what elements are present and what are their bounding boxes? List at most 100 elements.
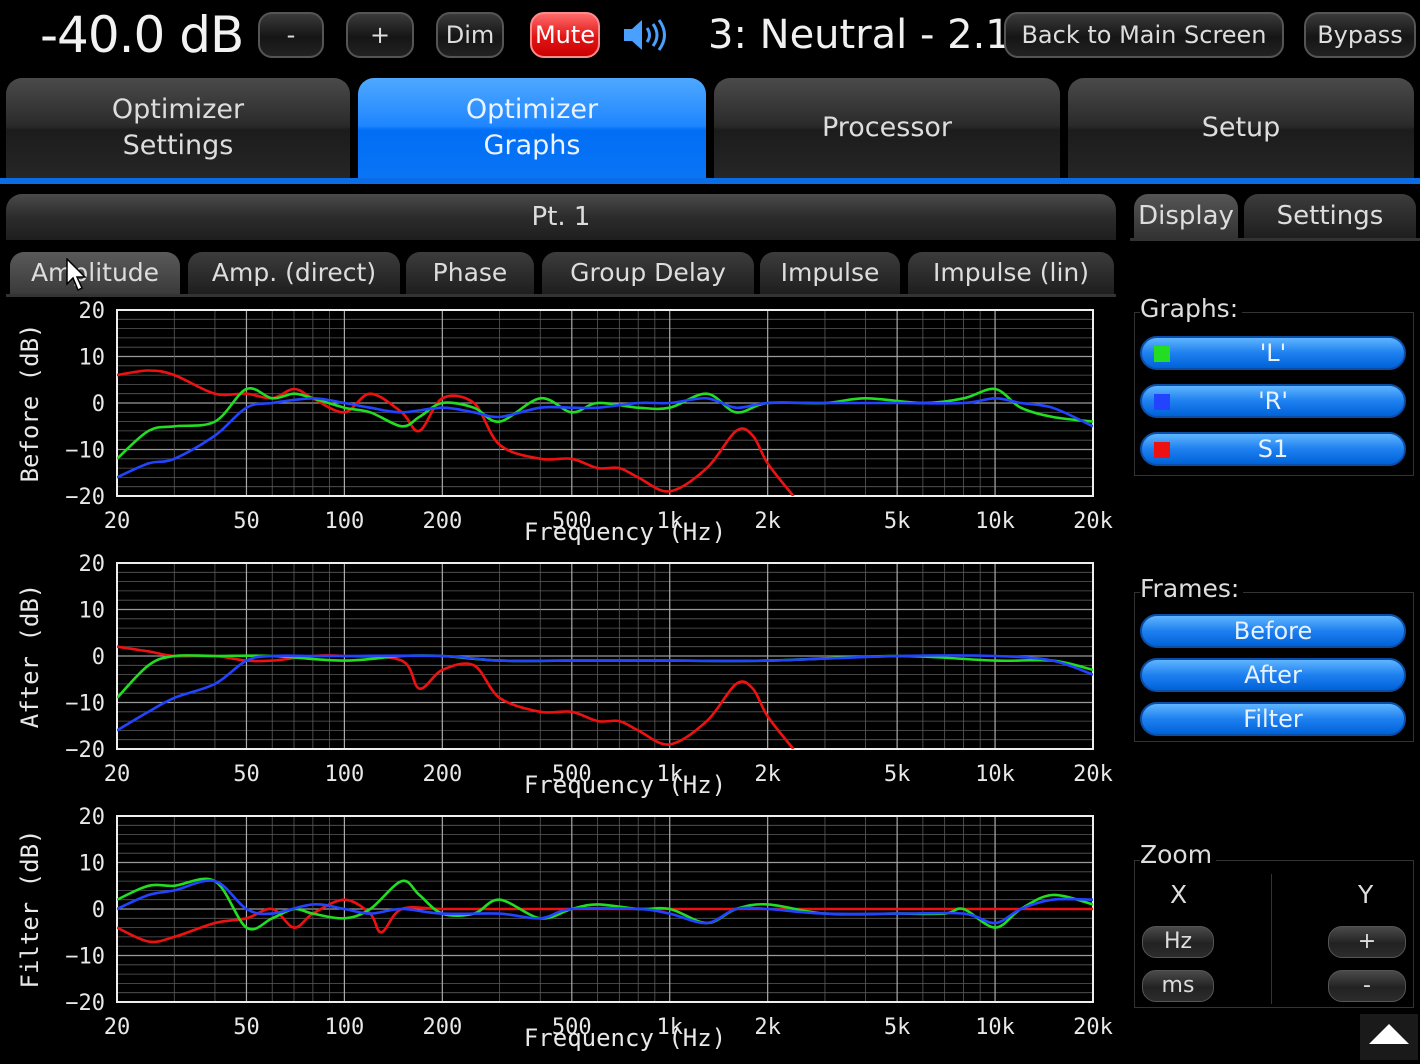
frame-after-button[interactable]: After [1140,658,1406,692]
zoom-y-label: Y [1358,880,1374,909]
bypass-button[interactable]: Bypass [1304,12,1416,58]
zoom-y-out-button[interactable]: - [1328,970,1406,1002]
x-axis-label: Frequency (Hz) [524,518,726,546]
y-axis-label: After (dB) [16,584,44,729]
y-tick-label: 20 [79,805,106,830]
tab-optimizer-graphs[interactable]: Optimizer Graphs [358,78,706,178]
dim-button[interactable]: Dim [436,12,504,58]
right-tab-divider [1130,238,1420,241]
chart-panel-2: 20100−10−2020 50 100 200 500 1k 2k 5k 10k 20kFreq… [16,552,1113,799]
mute-button[interactable]: Mute [530,12,600,58]
x-axis-label: Frequency (Hz) [524,771,726,799]
series-line-2 [117,877,1093,931]
tab-processor[interactable]: Processor [714,78,1060,178]
tab-impulse[interactable]: Impulse [760,252,900,294]
tab-label-line1: Optimizer [465,94,599,125]
y-axis-label: Before (dB) [16,324,44,483]
tab-label-line1: Processor [821,112,953,143]
y-tick-label: −20 [65,991,105,1016]
scroll-up-button[interactable] [1360,1014,1418,1060]
frames-group-label: Frames: [1140,574,1244,603]
x-tick-label: 200 [422,509,462,534]
frame-filter-button[interactable]: Filter [1140,702,1406,736]
x-tick-label: 20k [1073,762,1113,787]
graph-toggle-l[interactable]: 'L' [1140,336,1406,370]
x-tick-label: 5k [884,1015,911,1040]
y-tick-label: −10 [65,692,105,717]
x-tick-label: 200 [422,1015,462,1040]
tab-phase[interactable]: Phase [406,252,534,294]
x-tick-label: 20k [1073,1015,1113,1040]
amplitude-charts: 20100−10−2020 50 100 200 500 1k 2k 5k 10k 20kFreq… [16,299,1113,1052]
x-tick-label: 2k [754,509,781,534]
y-axis-label: Filter (dB) [16,830,44,989]
volume-readout: -40.0 dB [40,6,244,64]
x-tick-label: 100 [325,1015,365,1040]
frame-before-button[interactable]: Before [1140,614,1406,648]
x-tick-label: 5k [884,762,911,787]
series-line-2 [117,386,1093,460]
x-tick-label: 50 [233,1015,260,1040]
zoom-y-in-button[interactable]: + [1328,926,1406,958]
y-tick-label: 10 [79,599,106,624]
series-r-swatch [1154,394,1170,410]
x-tick-label: 100 [325,509,365,534]
y-tick-label: 20 [79,552,106,577]
x-tick-label: 2k [754,1015,781,1040]
x-tick-label: 10k [975,762,1015,787]
graph-toggle-label: S1 [1257,435,1289,463]
series-line-1 [117,645,795,749]
preset-title: 3: Neutral - 2.1 [708,12,1011,58]
x-tick-label: 2k [754,762,781,787]
zoom-x-hz-button[interactable]: Hz [1142,926,1214,958]
volume-down-button[interactable]: - [258,12,324,58]
tab-optimizer-settings[interactable]: Optimizer Settings [6,78,350,178]
graph-toggle-r[interactable]: 'R' [1140,384,1406,418]
graphs-group-label: Graphs: [1140,294,1243,323]
tab-amp-direct[interactable]: Amp. (direct) [188,252,400,294]
tab-right-settings[interactable]: Settings [1244,194,1416,238]
series-line-3 [117,396,1093,479]
y-tick-label: 0 [92,898,105,923]
speaker-volume-icon[interactable] [622,18,672,52]
zoom-x-ms-button[interactable]: ms [1142,970,1214,1002]
graph-tab-divider [6,294,1116,297]
tab-impulse-lin[interactable]: Impulse (lin) [908,252,1114,294]
y-tick-label: −20 [65,485,105,510]
x-tick-label: 100 [325,762,365,787]
y-tick-label: 0 [92,645,105,670]
series-l-swatch [1154,346,1170,362]
tab-setup[interactable]: Setup [1068,78,1414,178]
tab-label-line2: Graphs [483,130,581,161]
y-tick-label: 0 [92,392,105,417]
volume-up-button[interactable]: + [346,12,414,58]
mouse-cursor-icon [66,258,87,292]
x-tick-label: 5k [884,509,911,534]
x-tick-label: 10k [975,509,1015,534]
tab-display[interactable]: Display [1134,194,1238,238]
series-line-3 [117,879,1093,925]
tab-amplitude[interactable]: Amplitude [10,252,180,294]
x-tick-label: 20 [104,509,131,534]
tab-group-delay[interactable]: Group Delay [542,252,754,294]
x-tick-label: 50 [233,762,260,787]
series-s1-swatch [1154,442,1170,458]
tab-label-line1: Optimizer [111,94,245,125]
zoom-x-label: X [1170,880,1188,909]
back-to-main-screen-button[interactable]: Back to Main Screen [1004,12,1284,58]
x-tick-label: 50 [233,509,260,534]
y-tick-label: −20 [65,738,105,763]
x-axis-label: Frequency (Hz) [524,1024,726,1052]
x-tick-label: 20 [104,762,131,787]
zoom-group-label: Zoom [1140,840,1217,869]
x-tick-label: 200 [422,762,462,787]
y-tick-label: 10 [79,852,106,877]
x-tick-label: 10k [975,1015,1015,1040]
y-tick-label: −10 [65,945,105,970]
y-tick-label: −10 [65,439,105,464]
x-tick-label: 20 [104,1015,131,1040]
chart-panel-1: 20100−10−2020 50 100 200 500 1k 2k 5k 10k 20kFreq… [16,299,1113,546]
graph-toggle-s1[interactable]: S1 [1140,432,1406,466]
y-tick-label: 20 [79,299,106,324]
tab-underline [0,178,1420,184]
